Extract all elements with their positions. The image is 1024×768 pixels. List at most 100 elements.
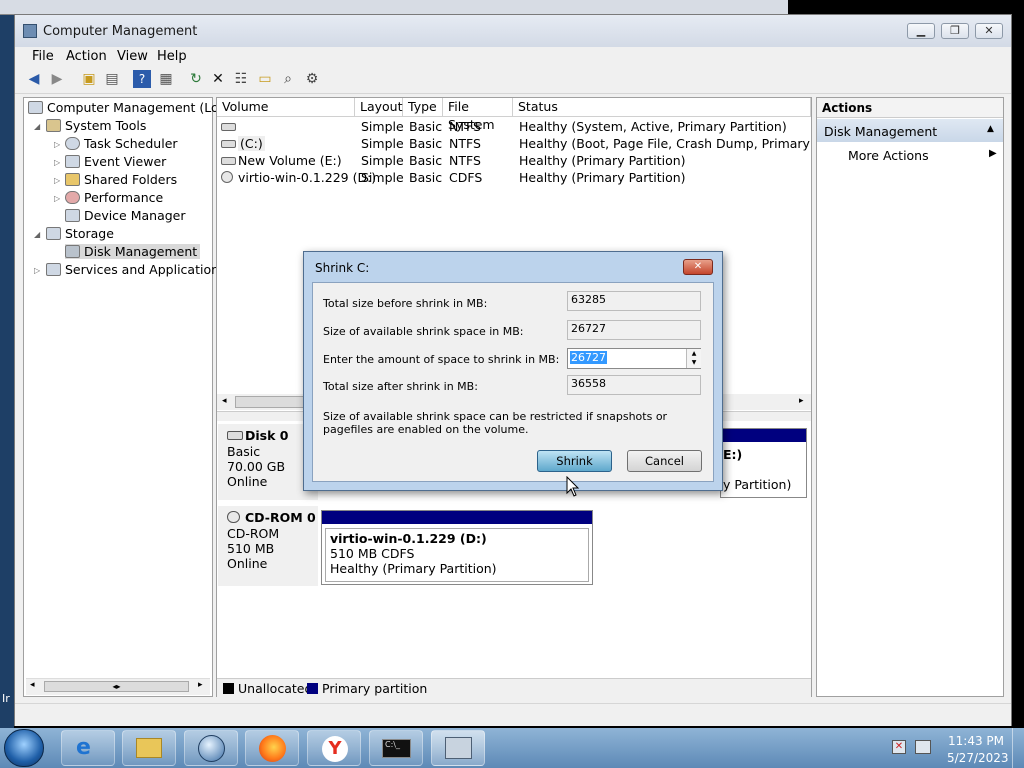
available-value: 26727 <box>567 320 701 340</box>
tree-item-event-viewer[interactable]: Event Viewer <box>65 154 166 169</box>
network-icon[interactable] <box>915 740 931 754</box>
refresh-icon[interactable]: ↻ <box>187 70 205 88</box>
show-hide-tree-icon[interactable]: ▤ <box>103 70 121 88</box>
drive-icon <box>221 157 236 165</box>
tree-item-services[interactable]: Services and Applications <box>46 262 226 277</box>
settings-icon[interactable]: ⚙ <box>303 70 321 88</box>
table-row[interactable]: Simple Basic NTFS Healthy (System, Activ… <box>217 118 811 135</box>
scroll-left-icon[interactable]: ◂ <box>222 396 227 406</box>
expand-arrow-icon[interactable]: ▷ <box>54 194 60 203</box>
scroll-thumb[interactable] <box>235 396 305 408</box>
cdrom0-info[interactable]: CD-ROM 0 CD-ROM 510 MB Online <box>218 506 318 586</box>
spin-down-icon[interactable]: ▼ <box>686 358 701 368</box>
tree-item-performance[interactable]: Performance <box>65 190 163 205</box>
cdrom-name: CD-ROM 0 <box>245 510 316 525</box>
tree-label: Performance <box>84 190 164 205</box>
shrink-button[interactable]: Shrink <box>537 450 612 472</box>
tree-item-task-scheduler[interactable]: Task Scheduler <box>65 136 178 151</box>
cd-drive-icon <box>227 511 240 523</box>
tree-item-shared-folders[interactable]: Shared Folders <box>65 172 177 187</box>
search-icon[interactable]: ⌕ <box>279 70 297 88</box>
minimize-button[interactable]: ▁ <box>907 23 935 39</box>
partition-size: 510 MB CDFS <box>330 546 415 561</box>
shrink-amount-input[interactable]: 26727 ▲ ▼ <box>567 348 701 369</box>
tree-item-root[interactable]: Computer Management (Local <box>28 100 237 115</box>
tree-item-system-tools[interactable]: System Tools <box>46 118 146 133</box>
app-icon <box>23 24 37 38</box>
clock-date[interactable]: 5/27/2023 <box>947 751 1009 765</box>
column-header-file-system[interactable]: File System <box>443 98 513 132</box>
properties-icon[interactable]: ☷ <box>232 70 250 88</box>
cdrom0-partition-d[interactable]: virtio-win-0.1.229 (D:) 510 MB CDFS Heal… <box>321 510 593 585</box>
menu-help[interactable]: Help <box>157 49 187 64</box>
column-header-layout[interactable]: Layout <box>355 98 403 117</box>
restore-button[interactable]: ❐ <box>941 23 969 39</box>
properties-pane-icon[interactable]: ▦ <box>157 70 175 88</box>
more-actions-item[interactable]: More Actions ▶ <box>817 146 1003 164</box>
start-orb-icon[interactable] <box>4 729 44 767</box>
type-cell: Basic <box>409 136 443 151</box>
firefox-icon[interactable] <box>245 730 299 766</box>
menu-file[interactable]: File <box>32 49 54 64</box>
collapse-up-icon[interactable]: ▲ <box>987 124 994 134</box>
partition-header-bar <box>322 511 592 524</box>
tree-item-storage[interactable]: Storage <box>46 226 114 241</box>
dialog-body: Total size before shrink in MB: 63285 Si… <box>312 282 714 482</box>
layout-cell: Simple <box>361 119 404 134</box>
show-desktop-button[interactable] <box>1012 728 1024 768</box>
tree-label: Device Manager <box>84 208 186 223</box>
scroll-left-icon[interactable]: ◂ <box>30 680 35 690</box>
dialog-close-button[interactable]: ✕ <box>683 259 713 275</box>
tree-item-device-manager[interactable]: Device Manager <box>65 208 186 223</box>
volume-cell: New Volume (E:) <box>238 153 342 168</box>
cdrom-size: 510 MB <box>227 541 275 556</box>
forward-icon[interactable]: ▶ <box>48 70 66 88</box>
toolbar: ◀ ▶ ▣ ▤ ? ▦ ↻ ✕ ☷ ▭ ⌕ ⚙ <box>15 67 1011 94</box>
disk-state: Online <box>227 474 268 489</box>
collapse-arrow-icon[interactable]: ◢ <box>34 122 40 131</box>
network-alert-icon[interactable]: ✕ <box>892 740 906 754</box>
help-icon[interactable]: ? <box>133 70 151 88</box>
expand-arrow-icon[interactable]: ▷ <box>54 158 60 167</box>
table-row[interactable]: (C:) Simple Basic NTFS Healthy (Boot, Pa… <box>217 135 811 152</box>
tree-label: Services and Applications <box>65 262 226 277</box>
column-header-volume[interactable]: Volume <box>217 98 355 117</box>
internet-explorer-icon[interactable]: e <box>61 730 115 766</box>
close-button[interactable]: ✕ <box>975 23 1003 39</box>
disk0-partition-e[interactable]: E:) y Partition) <box>720 428 807 498</box>
tree-item-disk-management[interactable]: Disk Management <box>65 244 201 259</box>
file-explorer-icon[interactable] <box>122 730 176 766</box>
open-folder-icon[interactable]: ▭ <box>256 70 274 88</box>
menu-view[interactable]: View <box>117 49 148 64</box>
yandex-icon[interactable]: Y <box>307 730 361 766</box>
expand-arrow-icon[interactable]: ▷ <box>54 140 60 149</box>
tree-label: Computer Management (Local <box>47 100 237 115</box>
expand-arrow-icon[interactable]: ▷ <box>34 266 40 275</box>
expand-arrow-icon[interactable]: ▷ <box>54 176 60 185</box>
actions-section-disk-management[interactable]: Disk Management ▲ <box>817 119 1003 142</box>
menu-action[interactable]: Action <box>66 49 107 64</box>
layout-cell: Simple <box>361 170 404 185</box>
cancel-button[interactable]: Cancel <box>627 450 702 472</box>
command-prompt-icon[interactable]: C:\_ <box>369 730 423 766</box>
media-player-icon[interactable] <box>184 730 238 766</box>
scroll-right-icon[interactable]: ▸ <box>799 396 804 406</box>
table-row[interactable]: virtio-win-0.1.229 (D:) Simple Basic CDF… <box>217 169 811 186</box>
column-header-type[interactable]: Type <box>403 98 443 117</box>
tree-horizontal-scrollbar[interactable]: ◂ ◂▸ ▸ <box>26 678 210 695</box>
back-icon[interactable]: ◀ <box>25 70 43 88</box>
collapse-arrow-icon[interactable]: ◢ <box>34 230 40 239</box>
fs-cell: NTFS <box>449 153 481 168</box>
table-row[interactable]: New Volume (E:) Simple Basic NTFS Health… <box>217 152 811 169</box>
up-folder-icon[interactable]: ▣ <box>80 70 98 88</box>
spin-up-icon[interactable]: ▲ <box>686 349 701 358</box>
partition-status: y Partition) <box>723 477 792 492</box>
clock-time[interactable]: 11:43 PM <box>948 734 1004 748</box>
scroll-right-icon[interactable]: ▸ <box>198 680 203 690</box>
column-header-status[interactable]: Status <box>513 98 811 117</box>
delete-icon[interactable]: ✕ <box>209 70 227 88</box>
computer-management-icon[interactable] <box>431 730 485 766</box>
unallocated-swatch <box>223 683 234 694</box>
drive-icon <box>221 140 236 148</box>
scroll-thumb[interactable]: ◂▸ <box>44 681 189 692</box>
